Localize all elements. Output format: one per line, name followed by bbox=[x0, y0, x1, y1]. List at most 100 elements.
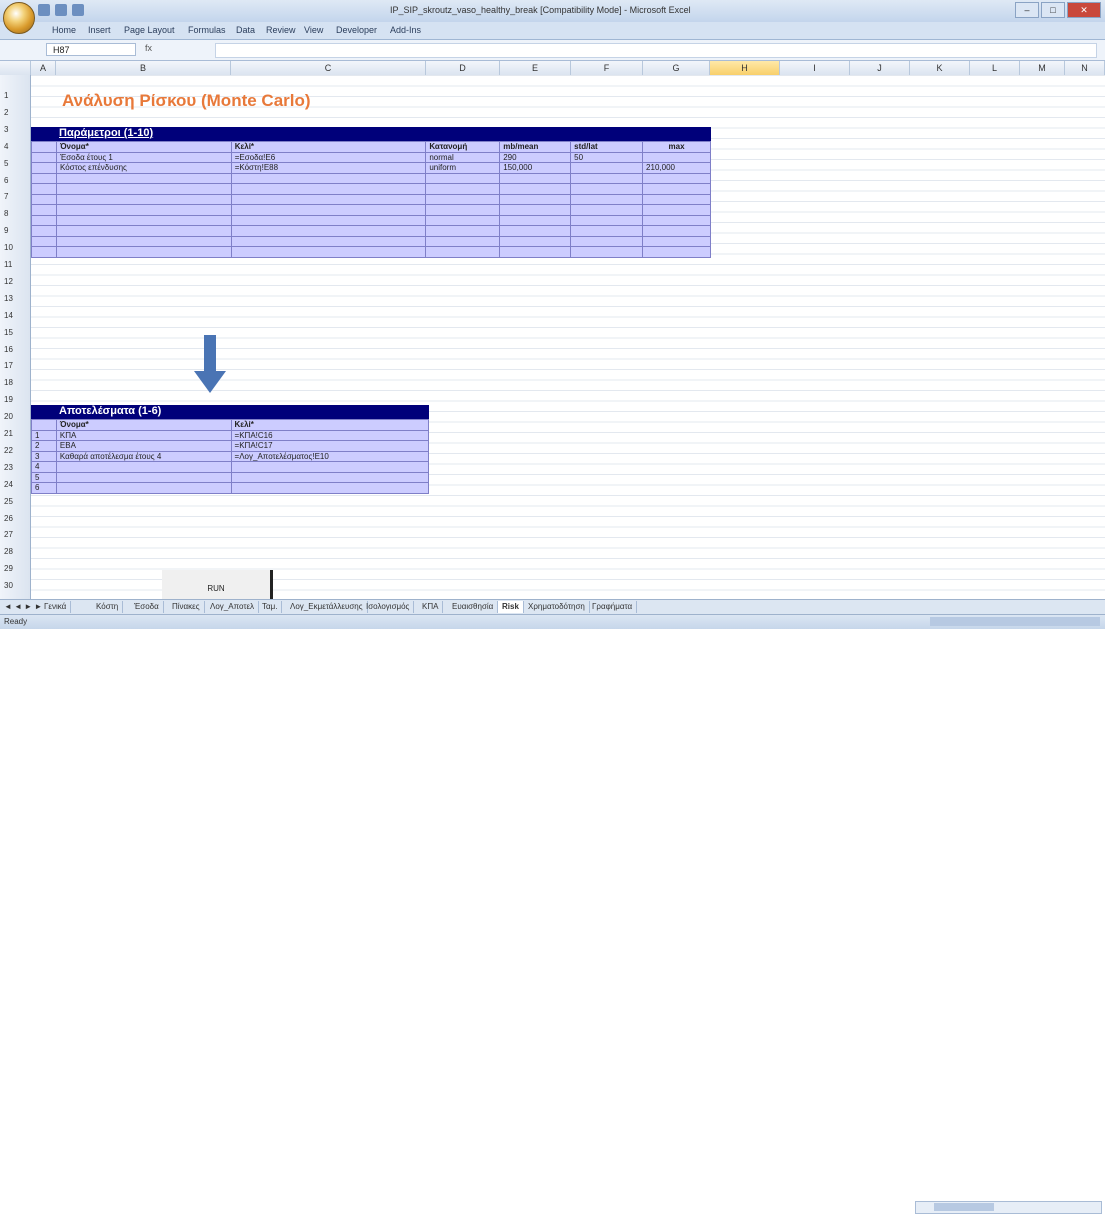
sheet-tab[interactable]: Λογ_Εκμετάλλευσης bbox=[286, 601, 368, 613]
row-header[interactable]: 19 bbox=[0, 395, 30, 405]
blank-cell[interactable] bbox=[31, 225, 57, 237]
table-cell[interactable] bbox=[55, 214, 232, 226]
tab-review[interactable]: Review bbox=[266, 25, 296, 35]
formula-input[interactable] bbox=[215, 43, 1097, 58]
table-cell[interactable] bbox=[499, 225, 572, 237]
table-cell[interactable] bbox=[499, 183, 572, 195]
minimize-button[interactable]: – bbox=[1015, 2, 1039, 18]
table-cell[interactable] bbox=[499, 235, 572, 247]
row-header[interactable]: 29 bbox=[0, 564, 30, 574]
row-header[interactable]: 11 bbox=[0, 260, 30, 270]
blank-cell[interactable] bbox=[31, 151, 57, 163]
table-cell[interactable] bbox=[570, 246, 644, 258]
blank-cell[interactable] bbox=[31, 214, 57, 226]
table-cell[interactable] bbox=[425, 246, 501, 258]
table-cell[interactable] bbox=[570, 172, 644, 184]
office-button[interactable] bbox=[3, 2, 35, 34]
table-cell[interactable] bbox=[642, 214, 711, 226]
table-cell[interactable] bbox=[570, 235, 644, 247]
table-cell[interactable] bbox=[425, 193, 501, 205]
sheet-tab[interactable]: Ταμ. bbox=[258, 601, 283, 613]
maximize-button[interactable]: □ bbox=[1041, 2, 1065, 18]
table-cell[interactable]: ΕΒΑ bbox=[55, 440, 232, 452]
table-cell[interactable] bbox=[230, 471, 430, 483]
column-header[interactable]: J bbox=[850, 61, 910, 75]
row-header[interactable]: 15 bbox=[0, 328, 30, 338]
table-cell[interactable] bbox=[230, 225, 427, 237]
result-number[interactable]: 5 bbox=[31, 471, 57, 483]
results-column-header[interactable]: Όνομα* bbox=[55, 419, 232, 431]
table-cell[interactable] bbox=[425, 183, 501, 195]
row-header[interactable]: 3 bbox=[0, 125, 30, 135]
row-header[interactable]: 4 bbox=[0, 142, 30, 152]
table-cell[interactable] bbox=[642, 235, 711, 247]
result-number[interactable]: 2 bbox=[31, 440, 57, 452]
blank-cell[interactable] bbox=[31, 235, 57, 247]
table-cell[interactable] bbox=[55, 482, 232, 494]
column-header[interactable]: G bbox=[643, 61, 710, 75]
table-cell[interactable] bbox=[425, 172, 501, 184]
row-header[interactable]: 27 bbox=[0, 530, 30, 540]
tab-data[interactable]: Data bbox=[236, 25, 255, 35]
table-cell[interactable] bbox=[425, 214, 501, 226]
table-cell[interactable] bbox=[570, 183, 644, 195]
table-cell[interactable] bbox=[230, 461, 430, 473]
row-header[interactable]: 21 bbox=[0, 429, 30, 439]
result-number[interactable]: 6 bbox=[31, 482, 57, 494]
result-number[interactable]: 1 bbox=[31, 429, 57, 441]
table-cell[interactable] bbox=[55, 225, 232, 237]
sheet-tab[interactable]: Λογ_Αποτελ bbox=[206, 601, 260, 613]
blank-cell[interactable] bbox=[31, 419, 57, 431]
table-cell[interactable] bbox=[55, 183, 232, 195]
row-header[interactable]: 16 bbox=[0, 345, 30, 355]
params-column-header[interactable]: mb/mean bbox=[499, 141, 572, 153]
row-header[interactable]: 5 bbox=[0, 159, 30, 169]
table-cell[interactable] bbox=[55, 193, 232, 205]
table-cell[interactable] bbox=[230, 482, 430, 494]
params-column-header[interactable]: Κατανομή bbox=[425, 141, 501, 153]
table-cell[interactable]: 210,000 bbox=[642, 162, 711, 174]
results-column-header[interactable]: Κελί* bbox=[230, 419, 430, 431]
sheet-nav-arrows[interactable]: ◄ ◄ ► ► bbox=[4, 602, 42, 611]
table-cell[interactable] bbox=[230, 172, 427, 184]
table-cell[interactable] bbox=[570, 204, 644, 216]
column-header[interactable]: D bbox=[426, 61, 500, 75]
row-header[interactable]: 24 bbox=[0, 480, 30, 490]
table-cell[interactable] bbox=[425, 225, 501, 237]
table-cell[interactable] bbox=[642, 246, 711, 258]
table-cell[interactable] bbox=[55, 172, 232, 184]
row-header[interactable]: 14 bbox=[0, 311, 30, 321]
row-header[interactable]: 17 bbox=[0, 361, 30, 371]
table-cell[interactable]: Καθαρά αποτέλεσμα έτους 4 bbox=[55, 450, 232, 462]
quick-access-toolbar[interactable] bbox=[38, 4, 84, 16]
row-header[interactable]: 9 bbox=[0, 226, 30, 236]
sheet-tab[interactable]: Γενικά bbox=[40, 601, 72, 613]
tab-insert[interactable]: Insert bbox=[88, 25, 111, 35]
undo-icon[interactable] bbox=[55, 4, 67, 16]
row-header[interactable]: 12 bbox=[0, 277, 30, 287]
column-header[interactable]: M bbox=[1020, 61, 1065, 75]
column-header[interactable]: E bbox=[500, 61, 571, 75]
table-cell[interactable] bbox=[642, 225, 711, 237]
tab-view[interactable]: View bbox=[304, 25, 323, 35]
table-cell[interactable]: =ΚΠΑ!C16 bbox=[230, 429, 430, 441]
table-cell[interactable]: ΚΠΑ bbox=[55, 429, 232, 441]
params-column-header[interactable]: Όνομα* bbox=[55, 141, 232, 153]
close-button[interactable]: ✕ bbox=[1067, 2, 1101, 18]
table-cell[interactable] bbox=[570, 193, 644, 205]
table-cell[interactable]: 290 bbox=[499, 151, 572, 163]
table-cell[interactable]: =Λογ_Αποτελέσματος!E10 bbox=[230, 450, 430, 462]
table-cell[interactable] bbox=[499, 214, 572, 226]
table-cell[interactable] bbox=[570, 162, 644, 174]
table-cell[interactable] bbox=[642, 204, 711, 216]
row-header[interactable]: 7 bbox=[0, 192, 30, 202]
table-cell[interactable]: Κόστος επένδυσης bbox=[55, 162, 232, 174]
table-cell[interactable] bbox=[499, 204, 572, 216]
table-cell[interactable] bbox=[642, 151, 711, 163]
table-cell[interactable] bbox=[230, 204, 427, 216]
table-cell[interactable] bbox=[55, 235, 232, 247]
blank-cell[interactable] bbox=[31, 246, 57, 258]
table-cell[interactable]: uniform bbox=[425, 162, 501, 174]
row-header[interactable]: 28 bbox=[0, 547, 30, 557]
table-cell[interactable]: 50 bbox=[570, 151, 644, 163]
